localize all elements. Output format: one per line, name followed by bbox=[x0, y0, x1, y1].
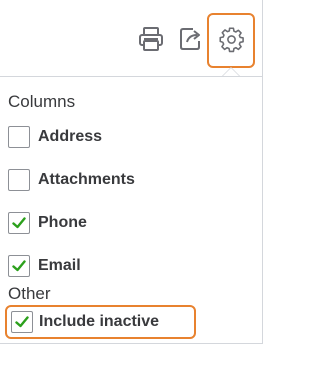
checkbox-attachments[interactable] bbox=[8, 169, 30, 191]
settings-panel: Columns Address Attachments Phone Email … bbox=[0, 0, 263, 344]
other-section-title: Other bbox=[8, 284, 51, 303]
checkbox-address[interactable] bbox=[8, 126, 30, 148]
columns-section-title: Columns bbox=[8, 92, 76, 111]
checkmark-icon bbox=[12, 217, 26, 229]
checkmark-icon bbox=[12, 260, 26, 272]
column-option-label: Phone bbox=[38, 214, 87, 231]
column-option-label: Email bbox=[38, 257, 81, 274]
popover-caret bbox=[222, 67, 240, 76]
column-option-attachments[interactable]: Attachments bbox=[8, 167, 135, 193]
checkbox-phone[interactable] bbox=[8, 212, 30, 234]
checkmark-icon bbox=[15, 316, 29, 328]
export-icon[interactable] bbox=[178, 26, 204, 57]
option-label: Include inactive bbox=[39, 313, 160, 330]
column-option-label: Attachments bbox=[38, 171, 135, 188]
checkbox-email[interactable] bbox=[8, 255, 30, 277]
column-option-email[interactable]: Email bbox=[8, 253, 81, 279]
column-option-address[interactable]: Address bbox=[8, 124, 102, 150]
option-include-inactive[interactable]: Include inactive bbox=[11, 309, 159, 335]
column-option-label: Address bbox=[38, 128, 103, 145]
toolbar bbox=[0, 0, 262, 77]
printer-icon[interactable] bbox=[138, 26, 164, 57]
settings-button[interactable] bbox=[207, 13, 255, 68]
column-option-phone[interactable]: Phone bbox=[8, 210, 87, 236]
checkbox-include-inactive[interactable] bbox=[11, 311, 33, 333]
gear-icon bbox=[218, 26, 245, 58]
